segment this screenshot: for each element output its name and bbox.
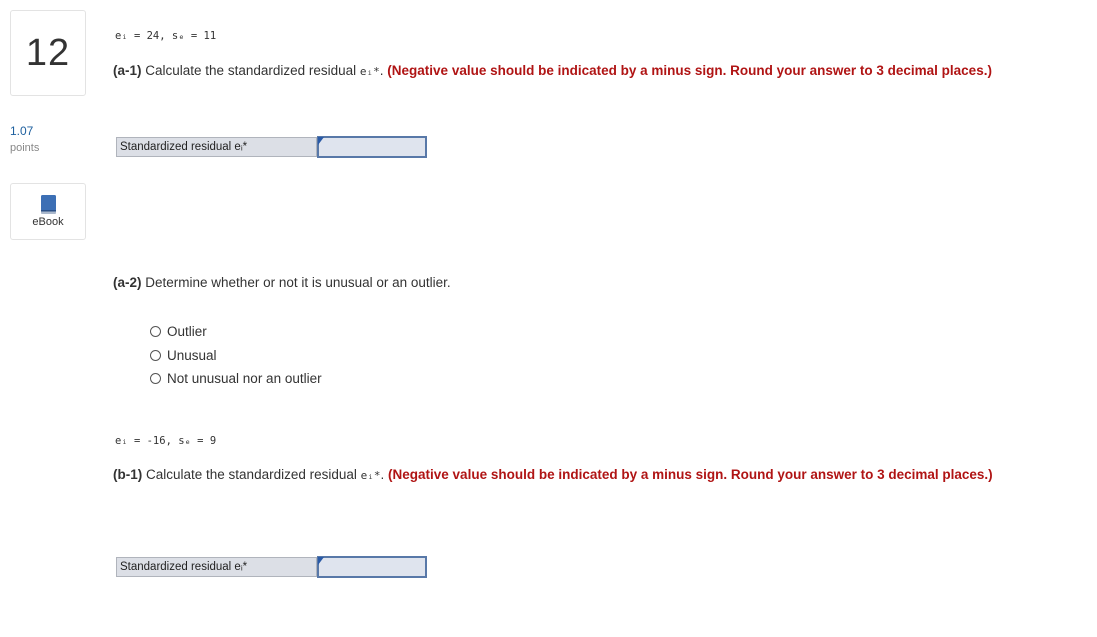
b1-symbol: eᵢ* xyxy=(360,469,381,482)
question-number: 12 xyxy=(25,31,71,74)
answer-row-a1: Standardized residual eᵢ* xyxy=(116,136,427,158)
a1-prefix: (a-1) xyxy=(113,63,142,78)
a2-text: Determine whether or not it is unusual o… xyxy=(141,275,451,290)
b1-prefix: (b-1) xyxy=(113,467,143,482)
question-a1: (a-1) Calculate the standardized residua… xyxy=(113,61,1013,81)
radio-outlier[interactable] xyxy=(150,326,161,338)
option-unusual-label: Unusual xyxy=(167,347,217,363)
b1-period: . xyxy=(380,467,389,482)
answer-label-b1: Standardized residual eᵢ* xyxy=(116,557,317,577)
answer-row-b1: Standardized residual eᵢ* xyxy=(116,556,427,578)
option-outlier-label: Outlier xyxy=(167,324,207,340)
ebook-button[interactable]: eBook xyxy=(10,183,86,240)
option-not-unusual-label: Not unusual nor an outlier xyxy=(167,371,322,387)
question-number-box: 12 xyxy=(10,10,86,96)
formula-b: eᵢ = -16, sₑ = 9 xyxy=(115,435,217,447)
a2-options: Outlier Unusual Not unusual nor an outli… xyxy=(150,320,322,391)
question-sidebar: 12 1.07 points eBook xyxy=(0,0,100,637)
book-icon xyxy=(41,195,56,214)
a1-instruction: (Negative value should be indicated by a… xyxy=(387,63,992,78)
radio-not-unusual[interactable] xyxy=(150,373,161,385)
answer-input-b1[interactable] xyxy=(317,556,427,578)
b1-text: Calculate the standardized residual xyxy=(142,467,361,482)
question-b1: (b-1) Calculate the standardized residua… xyxy=(113,465,1013,485)
b1-instruction: (Negative value should be indicated by a… xyxy=(388,467,993,482)
a1-text: Calculate the standardized residual xyxy=(141,63,360,78)
points-label: points xyxy=(10,142,40,154)
flag-icon xyxy=(318,557,324,565)
answer-label-a1: Standardized residual eᵢ* xyxy=(116,137,317,157)
answer-input-a1[interactable] xyxy=(317,136,427,158)
option-outlier[interactable]: Outlier xyxy=(150,320,322,344)
a1-symbol: eᵢ* xyxy=(359,65,380,78)
ebook-label: eBook xyxy=(32,216,64,228)
points-value: 1.07 xyxy=(10,124,34,138)
flag-icon xyxy=(318,137,324,145)
radio-unusual[interactable] xyxy=(150,349,161,361)
option-not-unusual[interactable]: Not unusual nor an outlier xyxy=(150,367,322,391)
question-a2: (a-2) Determine whether or not it is unu… xyxy=(113,273,1013,292)
a2-prefix: (a-2) xyxy=(113,275,142,290)
option-unusual[interactable]: Unusual xyxy=(150,344,322,368)
formula-a: eᵢ = 24, sₑ = 11 xyxy=(115,30,217,42)
